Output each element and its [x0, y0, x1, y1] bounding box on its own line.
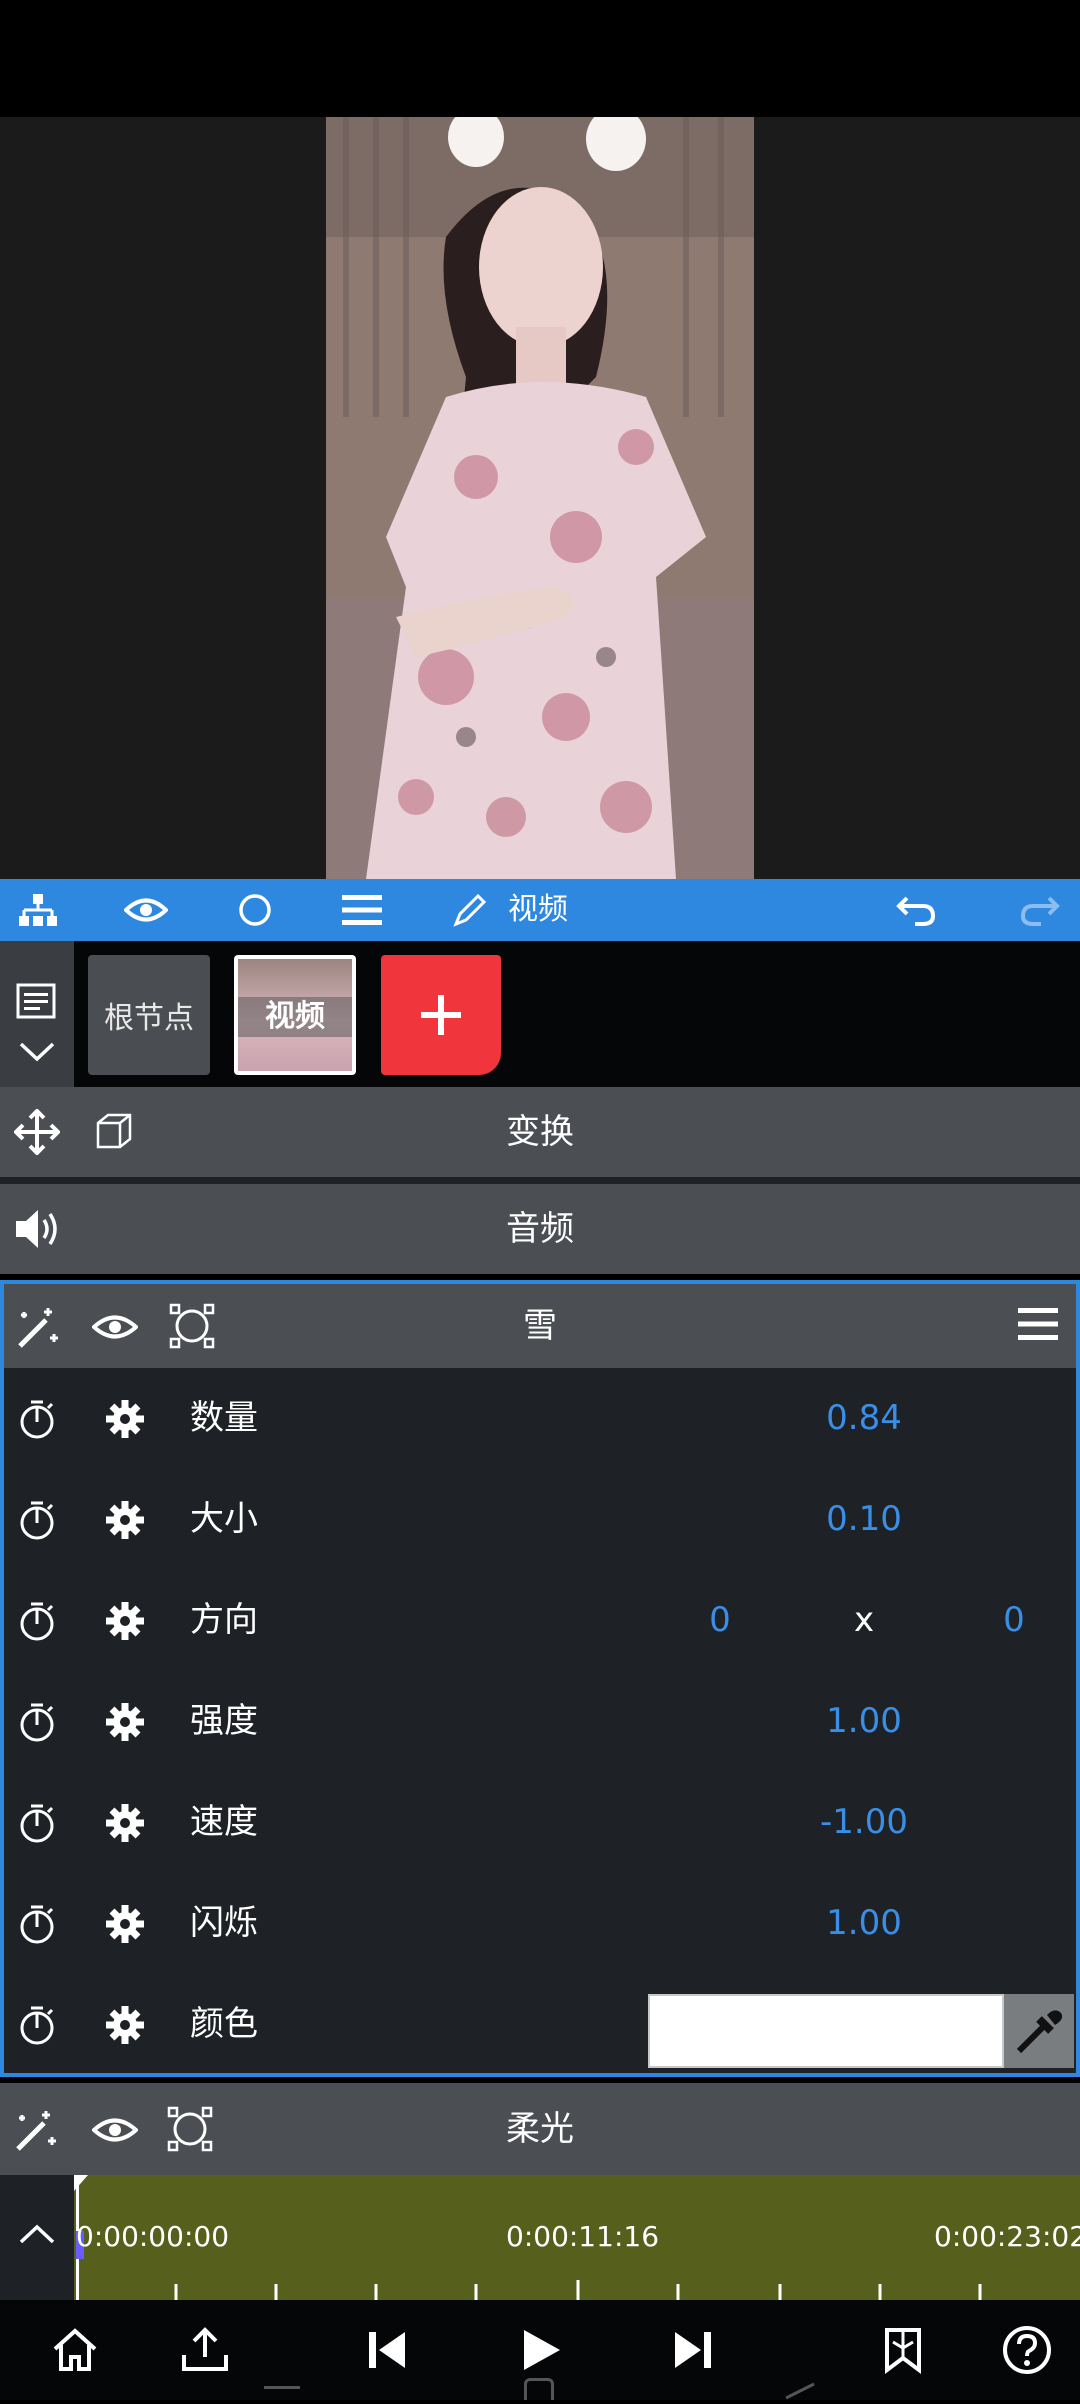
timecode-mid: 0:00:11:16: [506, 2220, 660, 2253]
param-label: 颜色: [190, 2004, 258, 2044]
top-toolbar: 视频: [0, 879, 1080, 941]
menu-icon[interactable]: [1018, 1306, 1058, 1346]
video-preview-image: [326, 117, 754, 879]
system-nav-back[interactable]: [782, 2382, 816, 2400]
transform-section[interactable]: 变换: [0, 1087, 1080, 1177]
snow-params: 数量 0.84 大小 0.10 方向 0 x 0 强度 1.00 速度 -1.0…: [0, 1368, 1080, 2076]
playhead-marker-icon: [74, 2175, 88, 2191]
param-label: 强度: [190, 1701, 258, 1741]
param-row-color: 颜色: [4, 1974, 1076, 2075]
chevron-down-icon[interactable]: [18, 1041, 56, 1067]
export-icon[interactable]: [174, 2300, 236, 2400]
status-bar: [0, 0, 1080, 117]
gear-icon[interactable]: [104, 1802, 146, 1844]
param-value[interactable]: 1.00: [784, 1873, 944, 1974]
skip-back-icon[interactable]: [356, 2300, 418, 2400]
param-value[interactable]: -1.00: [784, 1772, 944, 1873]
chevron-up-icon: [19, 2224, 55, 2244]
plus-icon: [421, 995, 461, 1035]
layer-video[interactable]: 视频: [234, 955, 356, 1075]
param-row-direction: 方向 0 x 0: [4, 1570, 1076, 1671]
param-row-size: 大小 0.10: [4, 1469, 1076, 1570]
color-swatch[interactable]: [648, 1994, 1004, 2068]
bookmark-icon[interactable]: [872, 2300, 934, 2400]
redo-icon: [1010, 879, 1070, 941]
timeline-toggle[interactable]: [0, 2175, 74, 2300]
skip-forward-icon[interactable]: [662, 2300, 724, 2400]
system-nav-recents[interactable]: [264, 2386, 300, 2389]
add-layer-button[interactable]: [381, 955, 501, 1075]
layer-side-panel: [0, 941, 74, 1087]
layers-list-icon[interactable]: [16, 983, 56, 1023]
stopwatch-icon[interactable]: [16, 1701, 58, 1743]
softlight-title: 柔光: [506, 2109, 574, 2149]
circle-icon[interactable]: [225, 879, 285, 941]
undo-icon[interactable]: [886, 879, 946, 941]
layer-video-thumbnail: 视频: [238, 959, 352, 1071]
eyedropper-icon: [1016, 2010, 1063, 2054]
param-label: 闪烁: [190, 1903, 258, 1943]
snow-title: 雪: [523, 1306, 557, 1346]
gear-icon[interactable]: [104, 1398, 146, 1440]
param-label: 速度: [190, 1802, 258, 1842]
param-row-amount: 数量 0.84: [4, 1368, 1076, 1469]
stopwatch-icon[interactable]: [16, 1398, 58, 1440]
eye-icon[interactable]: [116, 879, 176, 941]
param-label: 大小: [190, 1499, 258, 1539]
param-label: 数量: [190, 1398, 258, 1438]
stopwatch-icon[interactable]: [16, 1802, 58, 1844]
gear-icon[interactable]: [104, 1499, 146, 1541]
stopwatch-icon[interactable]: [16, 1600, 58, 1642]
layer-root-label: 根节点: [104, 1001, 194, 1036]
divider: [0, 1177, 1080, 1184]
direction-y-value[interactable]: 0: [954, 1570, 1074, 1671]
toolbar-title[interactable]: 视频: [508, 879, 568, 941]
stopwatch-icon[interactable]: [16, 1499, 58, 1541]
direction-x-value[interactable]: 0: [660, 1570, 780, 1671]
gear-icon[interactable]: [104, 1600, 146, 1642]
audio-section[interactable]: 音频: [0, 1184, 1080, 1274]
stopwatch-icon[interactable]: [16, 1903, 58, 1945]
system-nav-home[interactable]: [524, 2378, 554, 2400]
hierarchy-icon[interactable]: [8, 879, 68, 941]
menu-icon[interactable]: [332, 879, 392, 941]
softlight-section[interactable]: 柔光: [0, 2083, 1080, 2175]
audio-title: 音频: [506, 1209, 574, 1249]
gear-icon[interactable]: [104, 2004, 146, 2046]
param-row-flicker: 闪烁 1.00: [4, 1873, 1076, 1974]
snow-header: 雪: [4, 1284, 1076, 1368]
stopwatch-icon[interactable]: [16, 2004, 58, 2046]
direction-separator: x: [853, 1600, 875, 1640]
transform-title: 变换: [506, 1112, 574, 1152]
eyedropper-button[interactable]: [1004, 1994, 1074, 2068]
param-value[interactable]: 0.10: [784, 1469, 944, 1570]
param-value[interactable]: 0.84: [784, 1368, 944, 1469]
video-preview[interactable]: [326, 117, 754, 879]
layer-root[interactable]: 根节点: [88, 955, 210, 1075]
timecode-start: 0:00:00:00: [76, 2220, 230, 2253]
param-row-intensity: 强度 1.00: [4, 1671, 1076, 1772]
home-icon[interactable]: [44, 2300, 106, 2400]
param-row-speed: 速度 -1.00: [4, 1772, 1076, 1873]
timeline-ruler: [174, 2280, 982, 2300]
layer-video-label: 视频: [238, 997, 352, 1037]
gear-icon[interactable]: [104, 1701, 146, 1743]
help-icon[interactable]: [996, 2300, 1058, 2400]
timecode-end: 0:00:23:02: [934, 2220, 1080, 2253]
param-value[interactable]: 1.00: [784, 1671, 944, 1772]
gear-icon[interactable]: [104, 1903, 146, 1945]
param-label: 方向: [190, 1600, 258, 1640]
pencil-icon[interactable]: [448, 879, 492, 941]
